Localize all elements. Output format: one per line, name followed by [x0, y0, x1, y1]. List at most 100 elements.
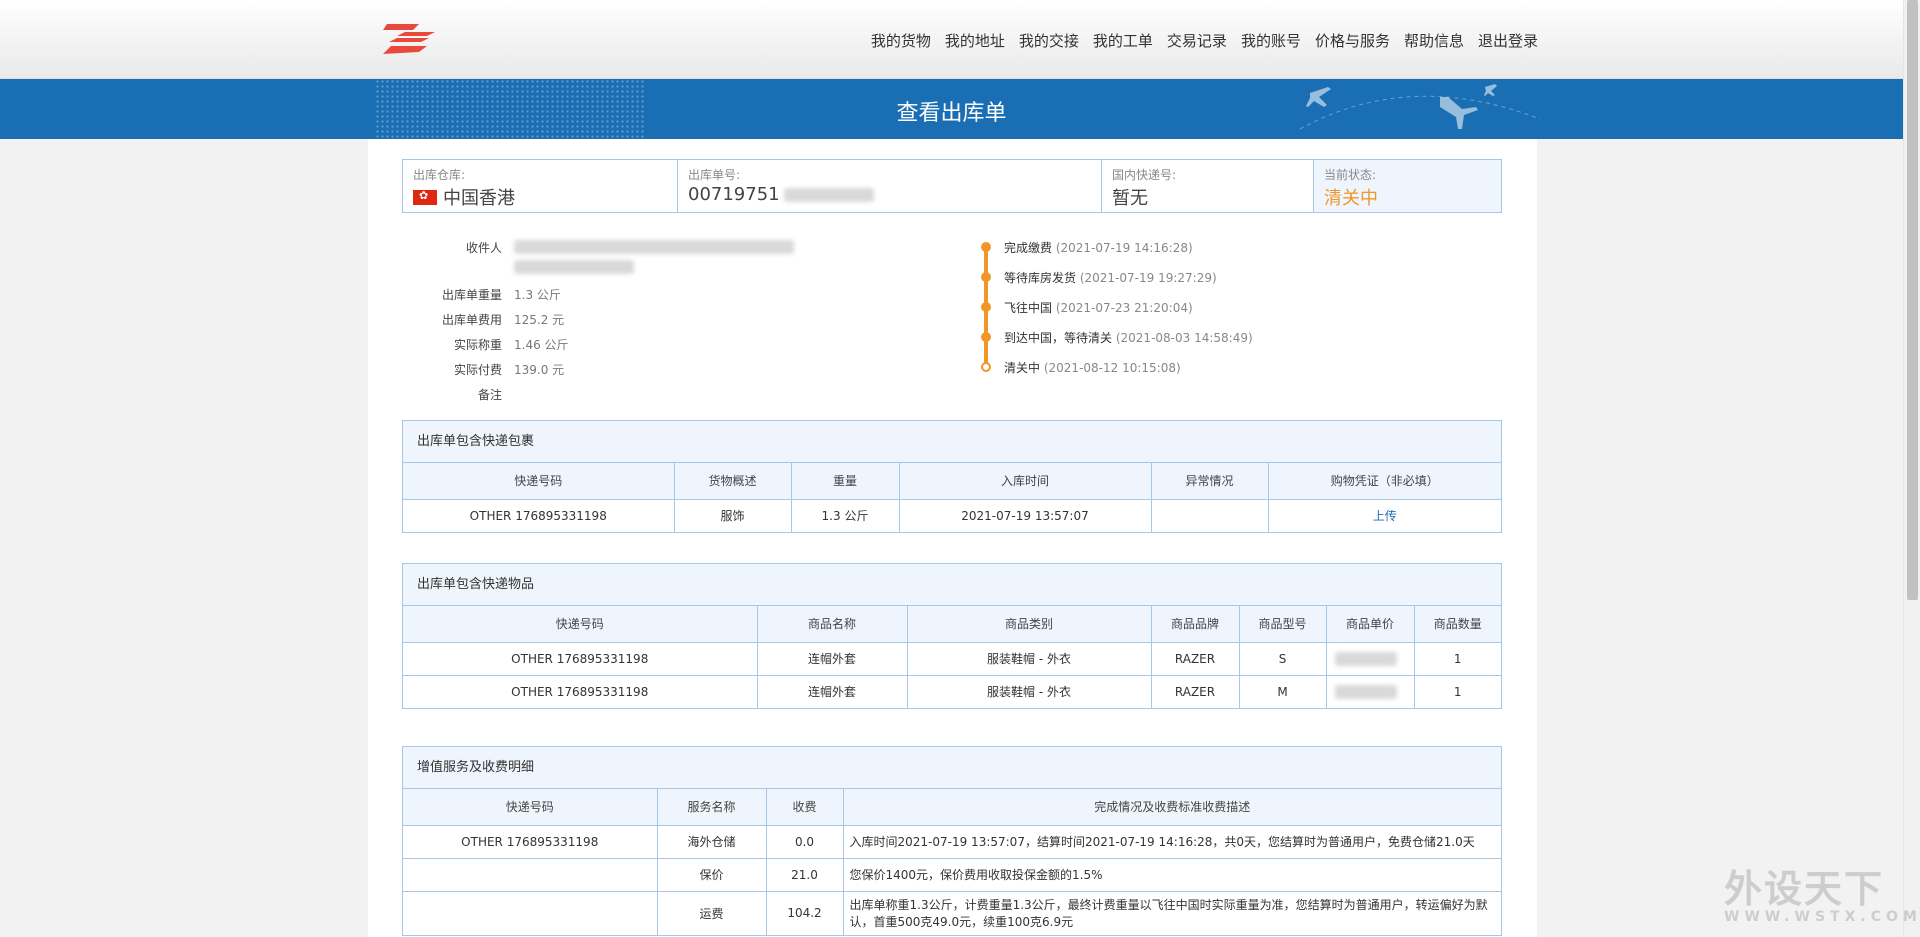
order-status-bar: 出库仓库: 中国香港 出库单号: 00719751 国内快递号: 暂无 当前状态… [402, 159, 1502, 213]
tracking-number: OTHER 176895331198 [403, 674, 758, 708]
actual-paid-label: 实际付费 [453, 362, 502, 377]
nav-my-account[interactable]: 我的账号 [1241, 30, 1301, 51]
current-status-label: 当前状态: [1324, 168, 1377, 182]
column-header: 商品类别 [907, 606, 1152, 643]
current-status-value: 清关中 [1324, 188, 1378, 209]
domestic-express-value: 暂无 [1112, 188, 1148, 209]
table-row: OTHER 176895331198 服饰 1.3 公斤 2021-07-19 … [403, 498, 1501, 532]
warehouse-label: 出库仓库: [413, 168, 466, 182]
timeline-dot-icon [981, 302, 991, 312]
nav-my-handover[interactable]: 我的交接 [1019, 30, 1079, 51]
services-panel: 增值服务及收费明细 快递号码 服务名称 收费 完成情况及收费标准收费描述 OTH… [402, 746, 1502, 936]
column-header: 货物概述 [674, 463, 792, 500]
watermark-main: 外设天下 [1724, 867, 1885, 911]
actual-paid-value: 139.0 元 [514, 362, 565, 377]
order-number-cell: 出库单号: 00719751 [678, 160, 1102, 212]
product-model: M [1239, 674, 1327, 708]
timeline-dot-icon [981, 332, 991, 342]
column-header: 收费 [766, 789, 844, 826]
product-category: 服装鞋帽 - 外衣 [907, 674, 1152, 708]
company-logo[interactable] [383, 22, 435, 56]
vertical-scrollbar[interactable] [1903, 0, 1920, 937]
recipient-value-redacted [514, 239, 802, 274]
product-brand: RAZER [1151, 674, 1240, 708]
column-header: 快递号码 [403, 463, 675, 500]
service-name: 运费 [657, 890, 767, 935]
recipient-row: 收件人 [402, 239, 902, 274]
order-info: 收件人 出库单重量 1.3 公斤 出库单费用 125.2 元 实际称重 1.46… [402, 239, 902, 411]
nav-transactions[interactable]: 交易记录 [1167, 30, 1227, 51]
nav-my-goods[interactable]: 我的货物 [871, 30, 931, 51]
domestic-express-cell: 国内快递号: 暂无 [1102, 160, 1314, 212]
actual-weight-row: 实际称重 1.46 公斤 [402, 336, 902, 353]
product-name: 连帽外套 [757, 641, 908, 675]
weight: 1.3 公斤 [791, 498, 900, 532]
items-table: 快递号码 商品名称 商品类别 商品品牌 商品型号 商品单价 商品数量 OTHER… [403, 606, 1501, 708]
timeline-time: (2021-08-12 10:15:08) [1043, 361, 1181, 375]
order-fee-label: 出库单费用 [441, 312, 502, 327]
column-header: 商品品牌 [1151, 606, 1240, 643]
timeline-time: (2021-07-23 21:20:04) [1055, 301, 1193, 315]
column-header: 购物凭证（非必填） [1268, 463, 1501, 500]
services-panel-title: 增值服务及收费明细 [403, 747, 1501, 789]
column-header: 商品名称 [757, 606, 908, 643]
column-header: 重量 [791, 463, 900, 500]
warehouse-value: 中国香港 [443, 188, 515, 209]
scrollbar-thumb[interactable] [1907, 0, 1918, 600]
column-header: 完成情况及收费标准收费描述 [843, 789, 1501, 826]
tracking-number [403, 857, 658, 891]
column-header: 快递号码 [403, 606, 758, 643]
nav-logout[interactable]: 退出登录 [1478, 30, 1538, 51]
column-header: 商品数量 [1414, 606, 1501, 643]
column-header: 服务名称 [657, 789, 767, 826]
packages-panel-title: 出库单包含快递包裹 [403, 421, 1501, 463]
main-nav: 我的货物 我的地址 我的交接 我的工单 交易记录 我的账号 价格与服务 帮助信息… [857, 30, 1538, 51]
product-quantity: 1 [1414, 641, 1501, 675]
nav-my-address[interactable]: 我的地址 [945, 30, 1005, 51]
column-header: 商品单价 [1326, 606, 1415, 643]
timeline-item: 完成缴费 (2021-07-19 14:16:28) [980, 239, 1253, 269]
column-header: 商品型号 [1239, 606, 1327, 643]
watermark: 外设天下 WWW.WSTX.COM [1724, 858, 1920, 925]
product-category: 服装鞋帽 - 外衣 [907, 641, 1152, 675]
timeline-item: 飞往中国 (2021-07-23 21:20:04) [980, 299, 1253, 329]
timeline-dot-icon [981, 242, 991, 252]
order-number-label: 出库单号: [688, 168, 741, 182]
service-description: 入库时间2021-07-19 13:57:07，结算时间2021-07-19 1… [843, 824, 1501, 858]
warehouse-cell: 出库仓库: 中国香港 [403, 160, 678, 212]
page-banner: 查看出库单 [0, 79, 1903, 139]
current-status-cell: 当前状态: 清关中 [1314, 160, 1501, 212]
redacted-order-digits [783, 187, 874, 202]
tracking-number: OTHER 176895331198 [403, 824, 658, 858]
order-weight-row: 出库单重量 1.3 公斤 [402, 286, 902, 303]
nav-help[interactable]: 帮助信息 [1404, 30, 1464, 51]
order-fee-value: 125.2 元 [514, 312, 565, 327]
nav-my-tickets[interactable]: 我的工单 [1093, 30, 1153, 51]
items-panel: 出库单包含快递物品 快递号码 商品名称 商品类别 商品品牌 商品型号 商品单价 … [402, 563, 1502, 709]
goods-summary: 服饰 [674, 498, 792, 532]
service-fee: 0.0 [766, 824, 844, 858]
upload-link[interactable]: 上传 [1373, 509, 1397, 523]
service-description: 您保价1400元，保价费用收取投保金额的1.5% [843, 857, 1501, 891]
packages-panel: 出库单包含快递包裹 快递号码 货物概述 重量 入库时间 异常情况 购物凭证（非必… [402, 420, 1502, 533]
column-header: 异常情况 [1151, 463, 1269, 500]
product-model: S [1239, 641, 1327, 675]
timeline-event: 到达中国，等待清关 [1004, 331, 1113, 345]
unit-price-redacted [1326, 674, 1415, 708]
top-navbar: 我的货物 我的地址 我的交接 我的工单 交易记录 我的账号 价格与服务 帮助信息… [0, 0, 1903, 79]
timeline-time: (2021-07-19 14:16:28) [1055, 241, 1193, 255]
order-fee-row: 出库单费用 125.2 元 [402, 311, 902, 328]
exception [1151, 498, 1269, 532]
services-table: 快递号码 服务名称 收费 完成情况及收费标准收费描述 OTHER 1768953… [403, 789, 1501, 935]
tracking-number: OTHER 176895331198 [403, 498, 675, 532]
main-content: 出库仓库: 中国香港 出库单号: 00719751 国内快递号: 暂无 当前状态… [368, 139, 1537, 937]
timeline-item: 清关中 (2021-08-12 10:15:08) [980, 359, 1253, 389]
timeline-dot-icon [981, 272, 991, 282]
nav-pricing[interactable]: 价格与服务 [1315, 30, 1390, 51]
unit-price-redacted [1326, 641, 1415, 675]
table-row: 运费 104.2 出库单称重1.3公斤，计费重量1.3公斤，最终计费重量以飞往中… [403, 890, 1501, 935]
service-name: 保价 [657, 857, 767, 891]
receipt-cell: 上传 [1268, 498, 1501, 532]
actual-weight-value: 1.46 公斤 [514, 337, 569, 352]
actual-weight-label: 实际称重 [453, 337, 502, 352]
